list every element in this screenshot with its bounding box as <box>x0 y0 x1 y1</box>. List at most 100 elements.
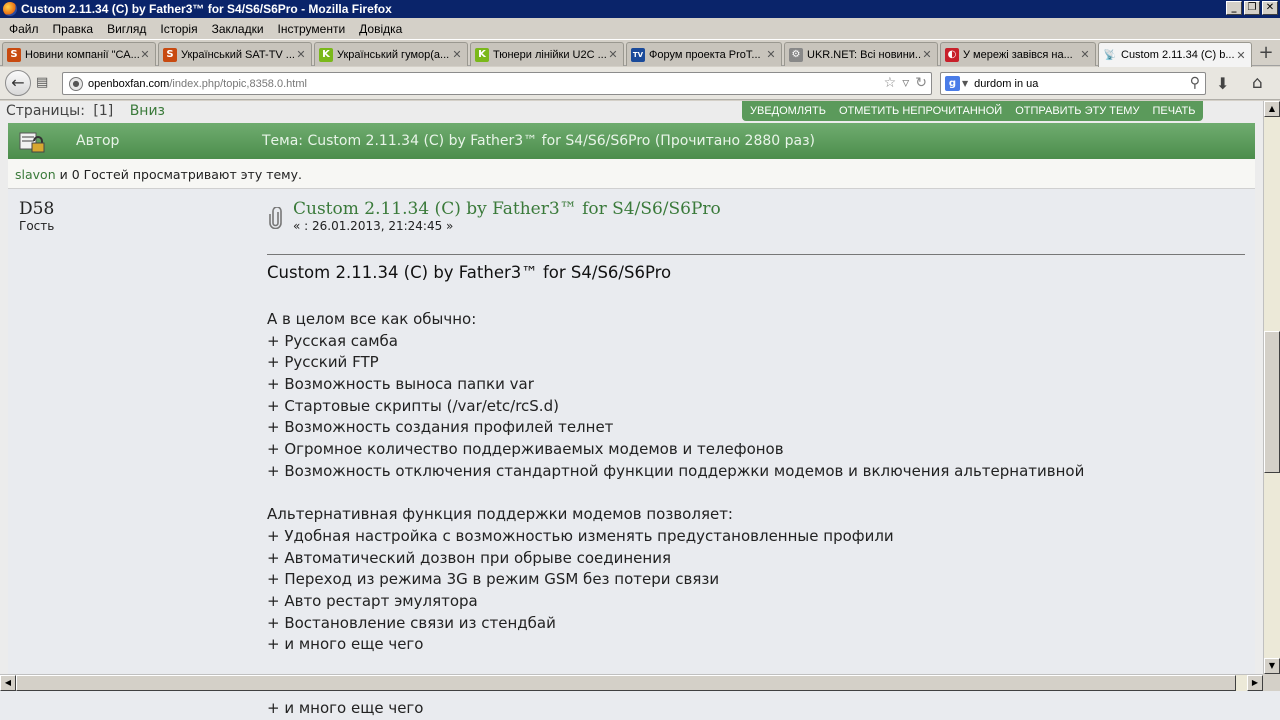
bookmark-star-icon[interactable]: ☆ <box>884 75 897 91</box>
tab-label: Тюнери лінійки U2C ... <box>493 48 607 61</box>
tab-5[interactable]: TV Форум проекта ProT... ✕ <box>626 42 782 66</box>
search-engine-icon[interactable]: g <box>945 76 960 91</box>
home-icon[interactable]: ⌂ <box>1252 73 1263 93</box>
tab-2[interactable]: S Український SAT-TV ... ✕ <box>158 42 312 66</box>
tab-close-icon[interactable]: ✕ <box>1235 49 1247 62</box>
body-line: + Авто рестарт эмулятора <box>267 591 478 610</box>
magnifier-icon[interactable]: ⚲ <box>1190 75 1200 91</box>
tab-favicon-icon: 📡 <box>1103 49 1117 61</box>
print-button[interactable]: ПЕЧАТЬ <box>1152 105 1195 117</box>
tab-close-icon[interactable]: ✕ <box>765 48 777 61</box>
back-button[interactable]: ← <box>5 70 31 96</box>
topic-actions: УВЕДОМЛЯТЬ ОТМЕТИТЬ НЕПРОЧИТАННОЙ ОТПРАВ… <box>742 101 1204 121</box>
tab-4[interactable]: K Тюнери лінійки U2C ... ✕ <box>470 42 624 66</box>
post-divider <box>267 254 1245 255</box>
menu-file[interactable]: Файл <box>2 22 46 36</box>
poster-group: Гость <box>19 219 55 233</box>
window-titlebar: Custom 2.11.34 (C) by Father3™ for S4/S6… <box>0 0 1280 18</box>
topic-viewers: slavon и 0 Гостей просматривают эту тему… <box>8 159 1255 189</box>
tab-favicon-icon: S <box>7 47 21 62</box>
pager-label: Страницы: <box>6 103 85 119</box>
restore-button[interactable]: ❐ <box>1244 1 1260 15</box>
url-path: /index.php/topic,8358.0.html <box>169 77 307 90</box>
scroll-down-arrow-icon[interactable]: ▼ <box>1264 658 1280 674</box>
body-line: + Русский FTP <box>267 353 379 372</box>
menu-history[interactable]: Історія <box>153 22 204 36</box>
tab-label: У мережі завівся на... <box>963 48 1073 61</box>
body-line: + Возможность отключения стандартной фун… <box>267 461 1085 480</box>
body-line: + и много еще чего <box>267 635 424 654</box>
tab-close-icon[interactable]: ✕ <box>921 48 933 61</box>
tab-label: Новини компанії "СА... <box>25 48 139 61</box>
url-host: openboxfan.com <box>88 77 170 90</box>
paperclip-icon <box>269 206 283 230</box>
reload-icon[interactable]: ↻ <box>915 75 927 91</box>
body-line: + Русская самба <box>267 331 398 350</box>
search-input[interactable] <box>974 77 1175 90</box>
scroll-left-arrow-icon[interactable]: ◀ <box>0 675 16 691</box>
tab-close-icon[interactable]: ✕ <box>1079 48 1091 61</box>
body-line: + Огромное количество поддерживаемых мод… <box>267 440 784 459</box>
tab-favicon-icon: ⚙ <box>789 47 803 62</box>
body-line: + Переход из режима 3G в режим GSM без п… <box>267 570 720 589</box>
scroll-up-arrow-icon[interactable]: ▲ <box>1264 101 1280 117</box>
post-date: « : 26.01.2013, 21:24:45 » <box>293 219 454 233</box>
tab-1[interactable]: S Новини компанії "СА... ✕ <box>2 42 156 66</box>
menu-view[interactable]: Вигляд <box>100 22 153 36</box>
mark-unread-button[interactable]: ОТМЕТИТЬ НЕПРОЧИТАННОЙ <box>839 105 1002 117</box>
horizontal-scrollbar[interactable]: ◀ ▶ <box>0 674 1263 691</box>
body-line: А в целом все как обычно: <box>267 310 477 328</box>
tab-close-icon[interactable]: ✕ <box>451 48 463 61</box>
close-window-button[interactable]: ✕ <box>1262 1 1278 15</box>
history-icon[interactable]: ▤ <box>36 75 54 91</box>
tab-favicon-icon: K <box>319 47 333 62</box>
body-line: Альтернативная функция поддержки модемов… <box>267 505 733 524</box>
window-title: Custom 2.11.34 (C) by Father3™ for S4/S6… <box>21 2 392 16</box>
post-body: А в целом все как обычно: + Русская самб… <box>267 309 1084 656</box>
menu-help[interactable]: Довідка <box>352 22 409 36</box>
new-tab-button[interactable]: + <box>1256 44 1276 64</box>
viewer-user-link[interactable]: slavon <box>15 167 56 182</box>
pager-current: [1] <box>93 103 114 119</box>
tab-bar: S Новини компанії "СА... ✕ S Український… <box>0 40 1280 67</box>
tab-label: Custom 2.11.34 (C) b... <box>1121 49 1235 61</box>
forum-post: D58 Гость Custom 2.11.34 (C) by Father3™… <box>8 189 1255 674</box>
menu-edit[interactable]: Правка <box>46 22 101 36</box>
tab-6[interactable]: ⚙ UKR.NET: Всі новини... ✕ <box>784 42 938 66</box>
vertical-scroll-thumb[interactable] <box>1264 331 1280 473</box>
url-bar[interactable]: ● openboxfan.com/index.php/topic,8358.0.… <box>62 72 932 95</box>
tab-close-icon[interactable]: ✕ <box>139 48 151 61</box>
horizontal-scroll-thumb[interactable] <box>16 675 1236 691</box>
tab-favicon-icon: ◐ <box>945 47 959 62</box>
body-gap <box>267 483 1084 505</box>
post-heading: Custom 2.11.34 (C) by Father3™ for S4/S6… <box>267 263 672 282</box>
post-title-link[interactable]: Custom 2.11.34 (C) by Father3™ for S4/S6… <box>293 199 721 219</box>
scrollbar-corner <box>1263 674 1280 691</box>
send-topic-button[interactable]: ОТПРАВИТЬ ЭТУ ТЕМУ <box>1015 105 1139 117</box>
viewers-text: и 0 Гостей просматривают эту тему. <box>55 167 302 182</box>
menu-tools[interactable]: Інструменти <box>271 22 353 36</box>
notify-button[interactable]: УВЕДОМЛЯТЬ <box>750 105 826 117</box>
vertical-scrollbar[interactable]: ▲ ▼ <box>1263 101 1280 674</box>
site-identity-icon[interactable]: ● <box>69 76 83 91</box>
chevron-down-icon[interactable]: ▿ <box>902 75 909 91</box>
body-line: + Автоматический дозвон при обрыве соеди… <box>267 548 671 567</box>
tab-7[interactable]: ◐ У мережі завівся на... ✕ <box>940 42 1096 66</box>
jump-down-link[interactable]: Вниз <box>130 103 165 119</box>
menu-bookmarks[interactable]: Закладки <box>205 22 271 36</box>
tab-close-icon[interactable]: ✕ <box>295 48 307 61</box>
tab-8-active[interactable]: 📡 Custom 2.11.34 (C) b... ✕ <box>1098 42 1252 67</box>
scroll-right-arrow-icon[interactable]: ▶ <box>1247 675 1263 691</box>
download-icon[interactable]: ⬇ <box>1216 74 1229 93</box>
tab-label: Форум проекта ProT... <box>649 48 761 61</box>
body-line: + Востановление связи из стендбай <box>267 613 556 632</box>
tab-label: Український SAT-TV ... <box>181 48 295 61</box>
chevron-down-icon[interactable]: ▼ <box>962 79 968 88</box>
tab-close-icon[interactable]: ✕ <box>607 48 619 61</box>
page-viewport: Страницы: [1] Вниз УВЕДОМЛЯТЬ ОТМЕТИТЬ Н… <box>0 101 1263 674</box>
search-bar[interactable]: g ▼ ⚲ <box>940 72 1206 95</box>
minimize-button[interactable]: _ <box>1226 1 1242 15</box>
body-line: + и много еще чего <box>267 699 424 717</box>
nav-bar: ← ▤ ● openboxfan.com/index.php/topic,835… <box>0 67 1280 100</box>
tab-3[interactable]: K Український гумор(а... ✕ <box>314 42 468 66</box>
